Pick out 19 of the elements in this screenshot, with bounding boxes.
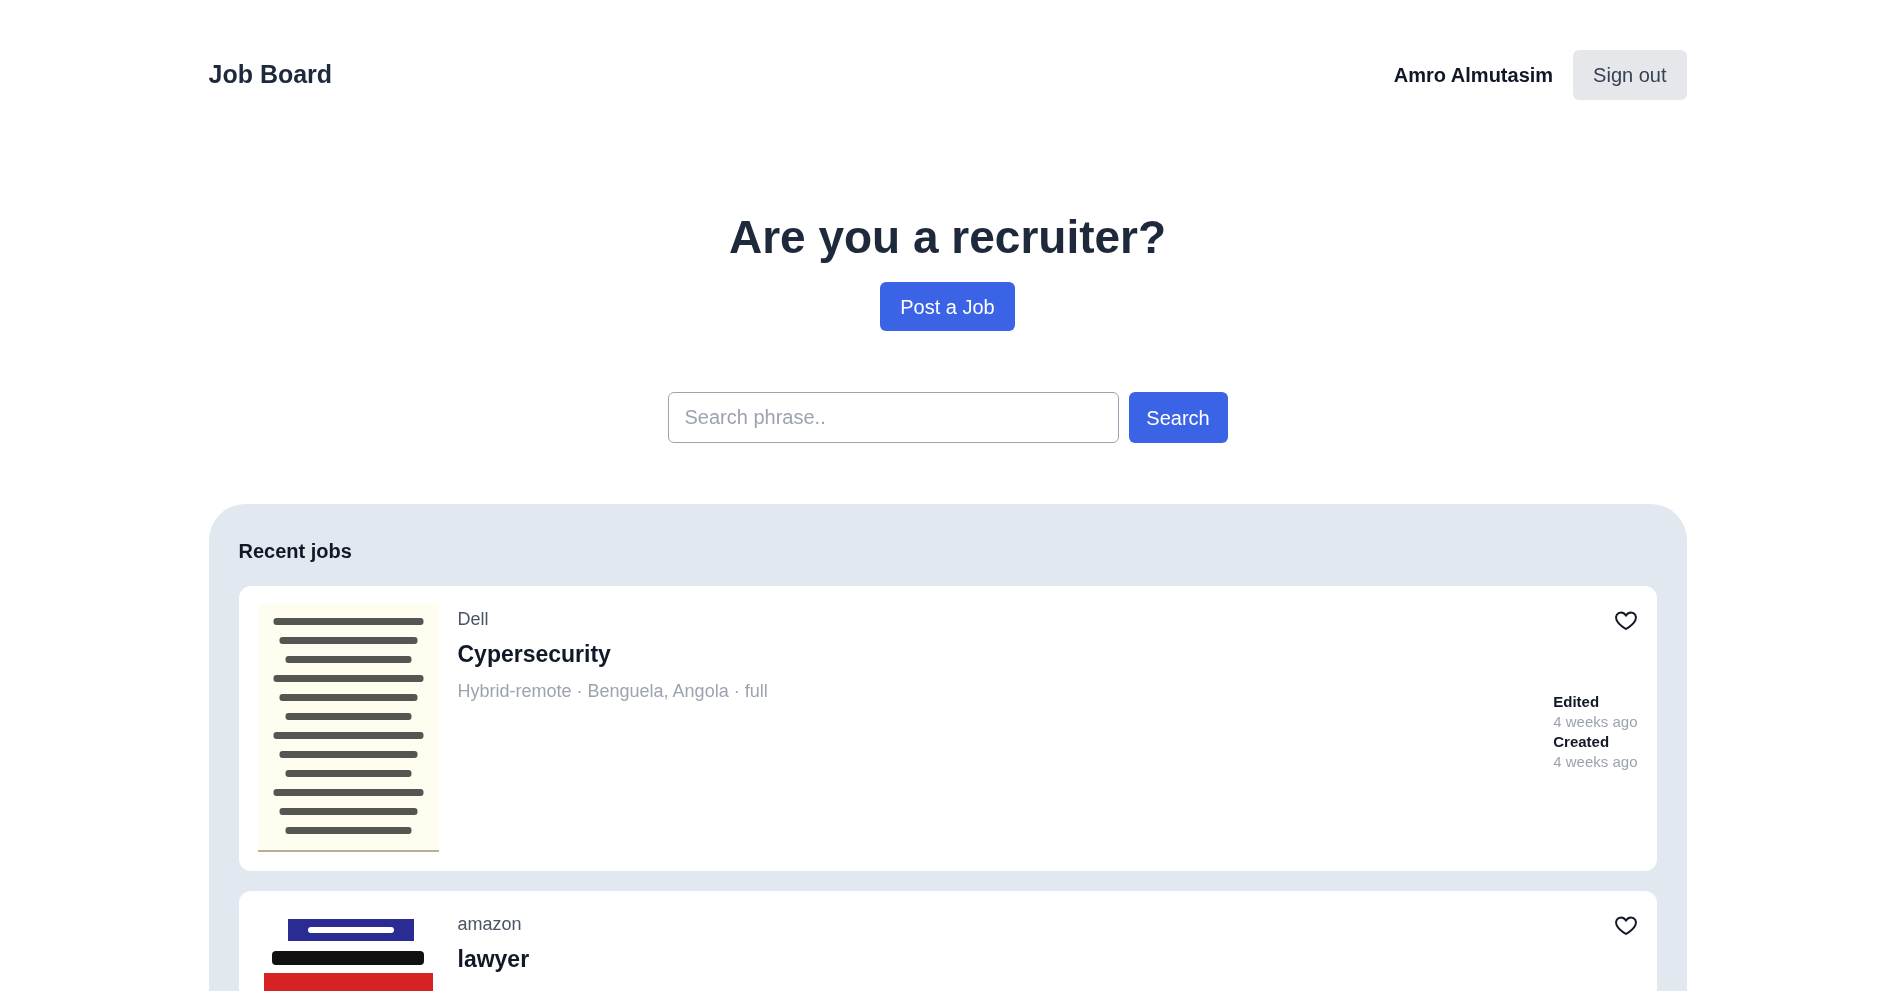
edited-label: Edited xyxy=(1553,692,1601,712)
hero-heading: Are you a recruiter? xyxy=(728,210,1167,265)
company-name: amazon xyxy=(457,913,523,936)
section-title: Recent jobs xyxy=(238,539,353,564)
company-name: Dell xyxy=(457,608,490,631)
job-card[interactable]: amazon lawyer xyxy=(238,891,1657,991)
search-button[interactable]: Search xyxy=(1128,392,1228,443)
user-name: Amro Almutasim xyxy=(1393,63,1554,88)
job-card[interactable]: Dell Cypersecurity Hybrid-remote · Benguela, Angola · full Edited 4 weeks ago Created 4 weeks ago xyxy=(238,586,1657,871)
created-time: 4 weeks ago xyxy=(1553,752,1638,772)
job-details: Hybrid-remote · Benguela, Angola · full xyxy=(457,679,769,703)
sign-out-button[interactable]: Sign out xyxy=(1573,50,1687,100)
job-title[interactable]: Cypersecurity xyxy=(457,637,1535,672)
search-field[interactable]: Search phrase.. xyxy=(667,392,1119,443)
brand-title[interactable]: Job Board xyxy=(208,56,333,94)
post-job-button[interactable]: Post a Job xyxy=(880,282,1015,331)
created-label: Created xyxy=(1553,732,1611,752)
job-title[interactable]: lawyer xyxy=(457,942,1595,977)
edited-time: 4 weeks ago xyxy=(1553,712,1638,732)
